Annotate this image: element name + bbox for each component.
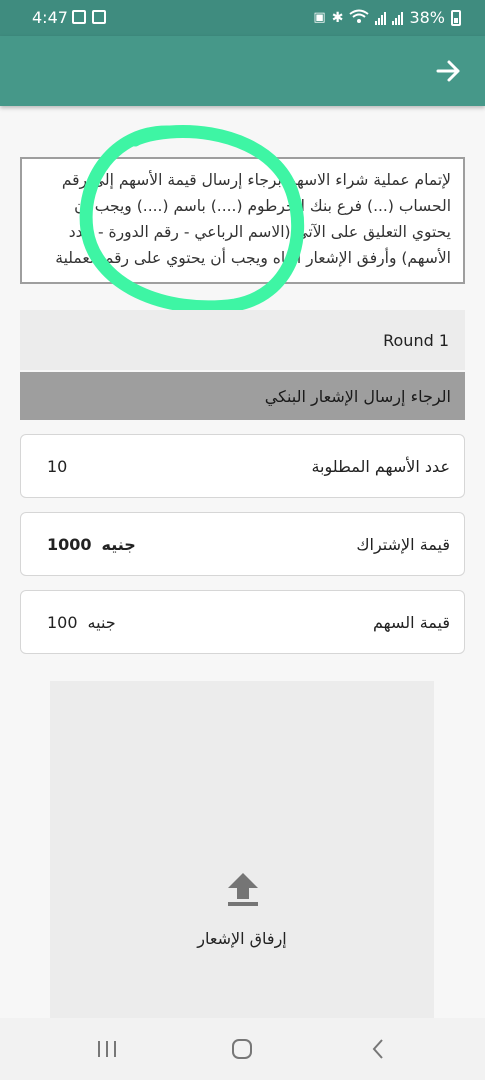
screenshot-icon: [92, 10, 106, 24]
shares-count-label: عدد الأسهم المطلوبة: [311, 456, 450, 476]
image-icon: [72, 10, 86, 24]
signal-icon: [375, 11, 387, 25]
share-price-value: جنيه 100: [47, 613, 116, 632]
payment-instructions: لإتمام عملية شراء الاسهم برجاء إرسال قيم…: [20, 157, 465, 284]
status-bar: 4:47 ▣ ✱ 38%: [0, 0, 485, 36]
subscription-amount: 1000: [47, 534, 92, 554]
home-icon[interactable]: [227, 1034, 257, 1064]
share-price-card: جنيه 100 قيمة السهم: [20, 590, 465, 654]
battery-percent: 38%: [409, 8, 445, 27]
shares-count-value: 10: [47, 456, 68, 476]
share-price-label: قيمة السهم: [372, 612, 450, 632]
share-price-amount: 100: [47, 612, 78, 632]
signal-icon: [392, 11, 404, 25]
bluetooth-icon: ✱: [331, 9, 344, 26]
system-icons: ▣ ✱ 38%: [313, 8, 461, 27]
notice-text: الرجاء إرسال الإشعار البنكي: [264, 386, 451, 406]
attach-notice-button[interactable]: إرفاق الإشعار: [50, 681, 434, 1021]
shares-count-card: 10 عدد الأسهم المطلوبة: [20, 434, 465, 498]
subscription-currency: جنيه: [101, 534, 136, 554]
arrow-right-icon[interactable]: [433, 56, 463, 86]
battery-icon: [451, 9, 461, 26]
wifi-icon: [349, 8, 370, 27]
bank-notice-banner: الرجاء إرسال الإشعار البنكي: [20, 372, 465, 420]
lock-icon: ▣: [313, 10, 326, 25]
system-nav-bar: [0, 1018, 485, 1080]
round-label: Round 1: [383, 330, 449, 350]
subscription-card: جنيه 1000 قيمة الإشتراك: [20, 512, 465, 576]
upload-icon: [228, 873, 258, 906]
recents-icon[interactable]: [92, 1034, 122, 1064]
notification-icons: [72, 10, 106, 24]
back-chevron-icon[interactable]: [363, 1034, 393, 1064]
app-bar: [0, 36, 485, 106]
status-time: 4:47: [32, 8, 68, 27]
subscription-label: قيمة الإشتراك: [356, 534, 450, 554]
round-header: Round 1: [20, 310, 465, 370]
subscription-value: جنيه 1000: [47, 535, 136, 554]
upload-label: إرفاق الإشعار: [197, 929, 287, 948]
share-price-currency: جنيه: [87, 612, 116, 632]
